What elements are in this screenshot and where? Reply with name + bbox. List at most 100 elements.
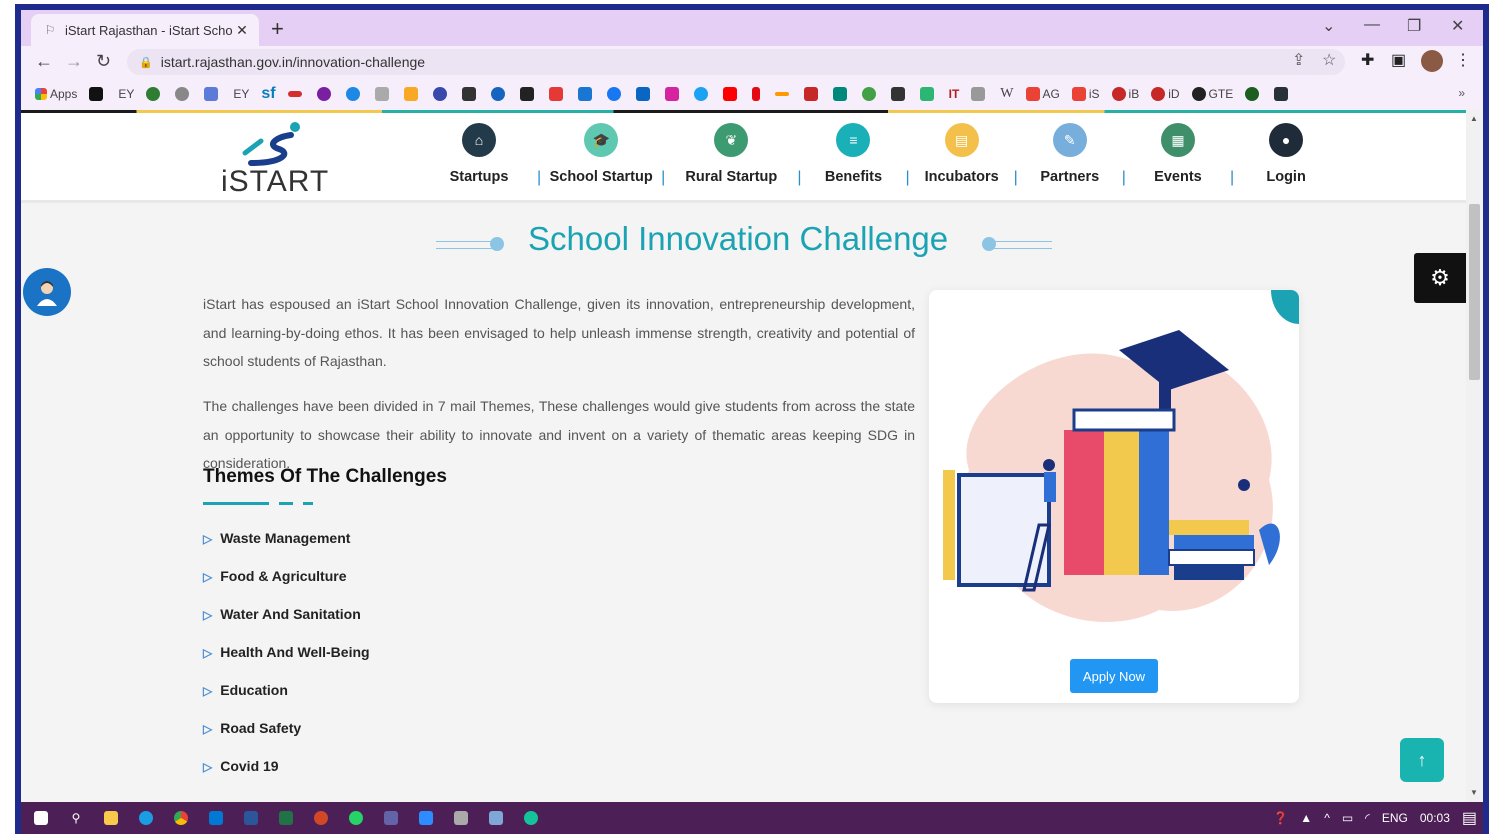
bookmark-item[interactable] <box>1274 87 1291 101</box>
bookmark-item[interactable]: sf <box>261 85 275 103</box>
outlook-icon[interactable] <box>204 808 228 828</box>
notifications-icon[interactable]: ▤ <box>1462 808 1477 828</box>
teams-icon[interactable] <box>379 808 403 828</box>
bookmark-item[interactable]: EY <box>118 87 134 101</box>
nav-item-rural-startup[interactable]: ❦ Rural Startup <box>665 123 797 199</box>
bookmark-item[interactable] <box>490 87 508 101</box>
nav-item-incubators[interactable]: ▤ Incubators <box>910 123 1014 199</box>
nav-item-school-startup[interactable]: 🎓 School Startup <box>541 123 661 199</box>
start-windows-icon[interactable] <box>29 808 53 828</box>
forward-arrow-icon[interactable]: → <box>65 51 83 72</box>
bookmark-item[interactable] <box>146 87 163 101</box>
new-tab-button[interactable]: + <box>271 16 284 42</box>
bookmark-item[interactable] <box>919 87 937 101</box>
bookmark-item[interactable]: iD <box>1151 87 1180 101</box>
settings-button[interactable]: ⚙ <box>1414 253 1466 303</box>
bookmark-item[interactable] <box>316 87 334 101</box>
bookmark-item[interactable] <box>722 87 740 101</box>
bookmark-item[interactable] <box>403 87 421 101</box>
bookmark-item[interactable]: AG <box>1025 87 1060 101</box>
bookmark-item[interactable]: IT <box>949 87 960 101</box>
whatsapp-icon[interactable] <box>344 808 368 828</box>
bookmark-item[interactable] <box>803 87 821 101</box>
tab-search-chevron-icon[interactable]: ⌄ <box>1322 16 1335 36</box>
extensions-puzzle-icon[interactable]: ✚ <box>1361 50 1374 70</box>
intro-paragraph: iStart has espoused an iStart School Inn… <box>203 296 915 369</box>
bookmark-item[interactable] <box>204 87 221 101</box>
app-icon[interactable] <box>449 808 473 828</box>
excel-icon[interactable] <box>274 808 298 828</box>
menu-kebab-icon[interactable]: ⋮ <box>1455 50 1471 70</box>
bookmark-item[interactable] <box>693 87 711 101</box>
istart-logo[interactable]: iSTART <box>221 119 331 199</box>
bookmark-star-icon[interactable]: ☆ <box>1322 50 1336 70</box>
bookmark-item[interactable] <box>89 87 106 101</box>
bookmark-item[interactable] <box>548 87 566 101</box>
minimize-button[interactable]: — <box>1364 16 1380 34</box>
bookmarks-more-button[interactable]: » <box>1458 86 1465 100</box>
bookmark-item[interactable] <box>577 87 595 101</box>
file-explorer-icon[interactable] <box>99 808 123 828</box>
search-icon[interactable]: ⚲ <box>64 808 88 828</box>
bookmark-item[interactable] <box>832 87 850 101</box>
reload-icon[interactable]: ↻ <box>96 51 111 72</box>
bookmark-item[interactable] <box>890 87 908 101</box>
show-hidden-icons-chevron-icon[interactable]: ^ <box>1324 811 1330 825</box>
bookmark-item[interactable] <box>175 87 192 101</box>
bookmark-apps[interactable]: Apps <box>35 87 77 101</box>
nav-item-partners[interactable]: ✎ Partners <box>1018 123 1122 199</box>
edge-icon[interactable] <box>134 808 158 828</box>
scroll-up-arrow-icon[interactable]: ▲ <box>1470 114 1478 123</box>
close-window-button[interactable]: ✕ <box>1451 16 1464 36</box>
apply-now-button[interactable]: Apply Now <box>1070 659 1158 693</box>
grammarly-icon[interactable] <box>519 808 543 828</box>
address-bar[interactable]: 🔒 istart.rajasthan.gov.in/innovation-cha… <box>127 49 1345 75</box>
nav-item-login[interactable]: ● Login <box>1234 123 1338 199</box>
wifi-icon[interactable]: ◜ <box>1365 811 1370 825</box>
bookmark-item[interactable] <box>345 87 363 101</box>
scroll-down-arrow-icon[interactable]: ▼ <box>1470 788 1478 797</box>
bookmark-item[interactable] <box>519 87 537 101</box>
bookmark-item[interactable] <box>374 87 392 101</box>
bookmark-item[interactable] <box>751 87 763 101</box>
chrome-icon[interactable] <box>169 808 193 828</box>
bookmark-item[interactable] <box>287 91 305 97</box>
bookmark-item[interactable]: W <box>1000 86 1013 102</box>
nav-item-benefits[interactable]: ≡ Benefits <box>801 123 905 199</box>
back-arrow-icon[interactable]: ← <box>35 51 53 72</box>
restore-button[interactable]: ❐ <box>1407 16 1421 36</box>
bookmark-item[interactable] <box>971 87 988 101</box>
page-scrollbar[interactable]: ▲ ▼ <box>1466 110 1483 802</box>
scrollbar-thumb[interactable] <box>1469 204 1480 380</box>
nav-item-startups[interactable]: ⌂ Startups <box>421 123 537 199</box>
bookmark-item[interactable]: iB <box>1111 87 1139 101</box>
nav-item-events[interactable]: ▦ Events <box>1126 123 1230 199</box>
bookmark-item[interactable] <box>606 87 624 101</box>
bookmark-item[interactable] <box>774 92 792 96</box>
clock[interactable]: 00:03 <box>1420 811 1450 825</box>
word-icon[interactable] <box>239 808 263 828</box>
side-panel-icon[interactable]: ▣ <box>1391 50 1406 70</box>
language-indicator[interactable]: ENG <box>1382 811 1408 825</box>
bookmark-item[interactable] <box>1245 87 1262 101</box>
back-to-top-button[interactable]: ↑ <box>1400 738 1444 782</box>
bookmark-item[interactable] <box>432 87 450 101</box>
app-icon[interactable] <box>484 808 508 828</box>
share-icon[interactable]: ⇪ <box>1292 50 1305 70</box>
powerpoint-icon[interactable] <box>309 808 333 828</box>
bookmark-item[interactable]: iS <box>1071 87 1100 101</box>
notification-app-icon[interactable]: ▲ <box>1300 811 1312 825</box>
bookmark-item[interactable] <box>635 87 653 101</box>
zoom-icon[interactable] <box>414 808 438 828</box>
bookmark-item[interactable]: EY <box>233 87 249 101</box>
profile-avatar[interactable] <box>1421 50 1443 72</box>
bookmark-item[interactable] <box>861 87 879 101</box>
bookmark-item[interactable] <box>664 87 682 101</box>
bookmark-item[interactable] <box>461 87 479 101</box>
chat-support-avatar[interactable] <box>23 268 71 316</box>
tab-close-icon[interactable]: ✕ <box>233 22 251 39</box>
browser-tab[interactable]: ⚐ iStart Rajasthan - iStart School In ✕ <box>31 14 259 46</box>
bookmark-item[interactable]: GTE <box>1191 87 1233 101</box>
help-icon[interactable]: ❓ <box>1273 811 1288 825</box>
battery-icon[interactable]: ▭ <box>1342 811 1353 825</box>
